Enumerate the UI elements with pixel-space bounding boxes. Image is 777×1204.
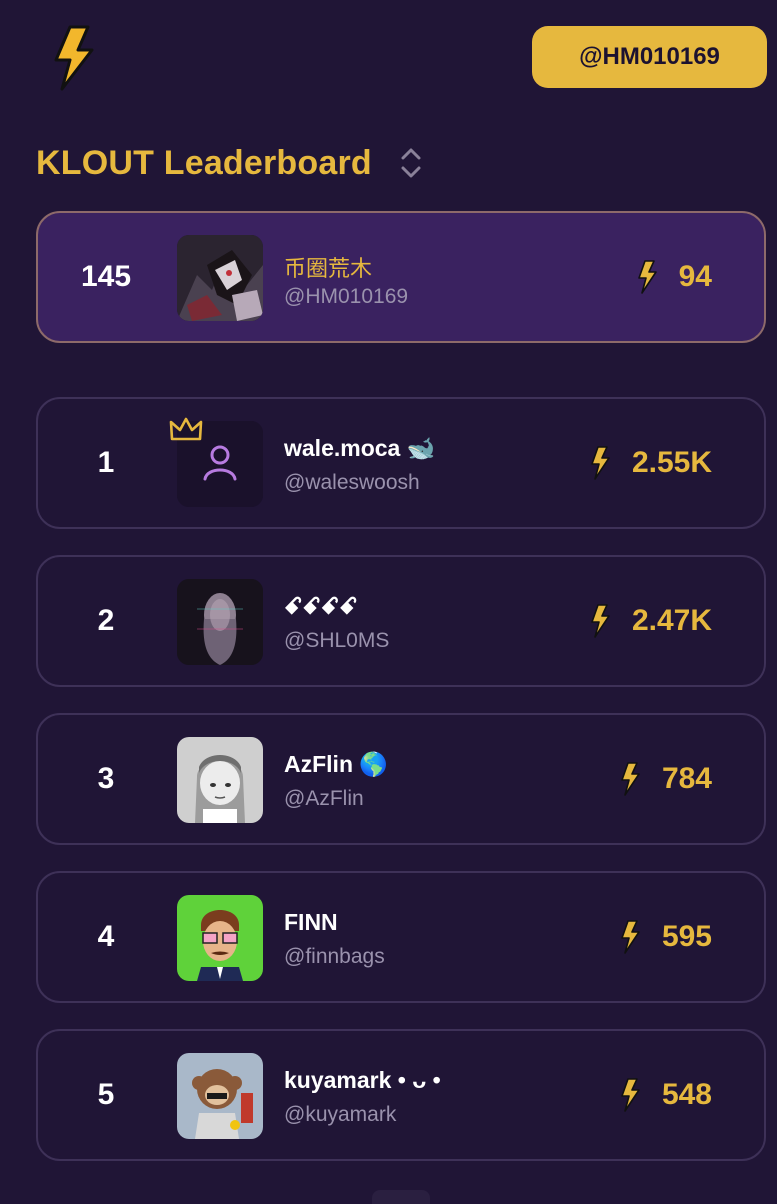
leaderboard-row[interactable]: 3 AzFlin 🌎 @AzFlin 784	[36, 713, 766, 845]
lightning-bolt-icon	[637, 260, 657, 294]
user-name: 币圈荒木	[284, 257, 373, 282]
user-handle: @AzFlin	[284, 787, 364, 810]
lightning-bolt-icon	[591, 604, 610, 638]
avatar	[177, 1053, 263, 1139]
user-handle-button[interactable]: @HM010169	[532, 26, 767, 88]
score-value: 2.47K	[631, 604, 712, 637]
lightning-bolt-icon	[621, 1078, 640, 1112]
score-value: 548	[661, 1078, 712, 1111]
score-value: 2.55K	[631, 446, 712, 479]
current-user-row[interactable]: 145 币圈荒木 @HM010169 94	[36, 211, 766, 343]
leaderboard-row[interactable]: 1 wale.moca 🐋 @waleswoosh 2.55K	[36, 397, 766, 529]
chevron-up-down-icon[interactable]	[400, 146, 422, 180]
score-value: 784	[661, 762, 712, 795]
avatar	[177, 579, 263, 665]
rank-number: 5	[97, 1078, 115, 1111]
lightning-bolt-icon[interactable]	[48, 24, 100, 92]
page-title: KLOUT Leaderboard	[36, 143, 372, 182]
avatar	[177, 737, 263, 823]
user-name: wale.moca 🐋	[284, 435, 436, 461]
lightning-bolt-icon	[591, 446, 610, 480]
rank-number: 2	[97, 604, 115, 637]
user-name: AzFlin 🌎	[284, 751, 389, 777]
rank-number: 4	[97, 920, 115, 953]
crown-icon	[169, 417, 203, 441]
lightning-bolt-icon	[621, 920, 640, 954]
leaderboard-row[interactable]: 4 FINN @finnbags 595	[36, 871, 766, 1003]
score-value: 94	[678, 260, 712, 293]
user-name: kuyamark • ᴗ •	[284, 1067, 441, 1093]
leaderboard-row[interactable]: 2 ꗃꗃꗃꗃ @SHL0MS 2.47K	[36, 555, 766, 687]
user-handle: @waleswoosh	[284, 471, 420, 494]
rank-number: 3	[97, 762, 115, 795]
user-name: FINN	[284, 909, 338, 935]
header: @HM010169	[0, 0, 777, 120]
avatar	[177, 235, 263, 321]
score-group: 94	[635, 213, 712, 341]
score-group: 595	[618, 873, 712, 1001]
rank-number: 1	[97, 446, 115, 479]
user-handle: @finnbags	[284, 945, 385, 968]
rank-number: 145	[80, 260, 132, 293]
bottom-scroll-indicator	[372, 1190, 430, 1204]
score-value: 595	[661, 920, 712, 953]
leaderboard-row[interactable]: 5 kuyamark • ᴗ • @kuyamark 548	[36, 1029, 766, 1161]
user-handle: @SHL0MS	[284, 629, 390, 652]
score-group: 2.47K	[588, 557, 712, 685]
user-handle: @kuyamark	[284, 1103, 397, 1126]
score-group: 548	[618, 1031, 712, 1159]
user-handle: @HM010169	[284, 285, 409, 308]
lightning-bolt-icon	[621, 762, 640, 796]
leaderboard-title-row: KLOUT Leaderboard	[36, 138, 422, 188]
avatar	[177, 895, 263, 981]
score-group: 784	[618, 715, 712, 843]
score-group: 2.55K	[588, 399, 712, 527]
user-name: ꗃꗃꗃꗃ	[284, 593, 358, 619]
